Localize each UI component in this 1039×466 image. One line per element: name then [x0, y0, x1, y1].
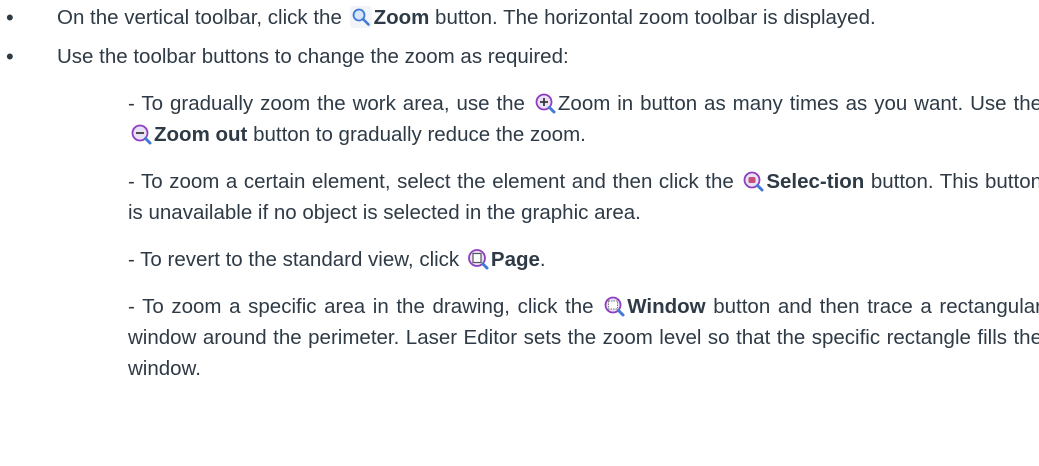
- step-use-toolbar: • Use the toolbar buttons to change the …: [0, 41, 1027, 72]
- zoom-out-icon: [130, 123, 152, 145]
- step-text: Use the toolbar buttons to change the zo…: [57, 45, 569, 68]
- zoom-window-instruction: - To zoom a specific area in the drawing…: [128, 295, 1039, 380]
- step-text-before: On the vertical toolbar, click the: [57, 6, 348, 29]
- bullet-marker: •: [6, 44, 14, 69]
- zoom-in-icon: [534, 92, 556, 114]
- zoom-selection-icon: [742, 170, 764, 192]
- document-body: • On the vertical toolbar, click the Zoo…: [0, 0, 1039, 400]
- zoom-page-icon: [467, 248, 489, 270]
- bullet-marker: •: [6, 5, 14, 30]
- zoom-page-instruction: - To revert to the standard view, click …: [128, 248, 546, 271]
- step-zoom-button: • On the vertical toolbar, click the Zoo…: [0, 2, 1027, 33]
- zoom-selection-instruction: - To zoom a certain element, select the …: [128, 170, 1039, 224]
- zoom-magnifier-icon: [349, 6, 372, 28]
- step-text-after: button. The horizontal zoom toolbar is d…: [429, 6, 876, 29]
- zoom-window-icon: [603, 295, 625, 317]
- zoom-in-instruction: - To gradually zoom the work area, use t…: [128, 92, 1039, 146]
- zoom-label: Zoom: [373, 6, 430, 29]
- zoom-options-list: - To gradually zoom the work area, use t…: [0, 88, 1039, 384]
